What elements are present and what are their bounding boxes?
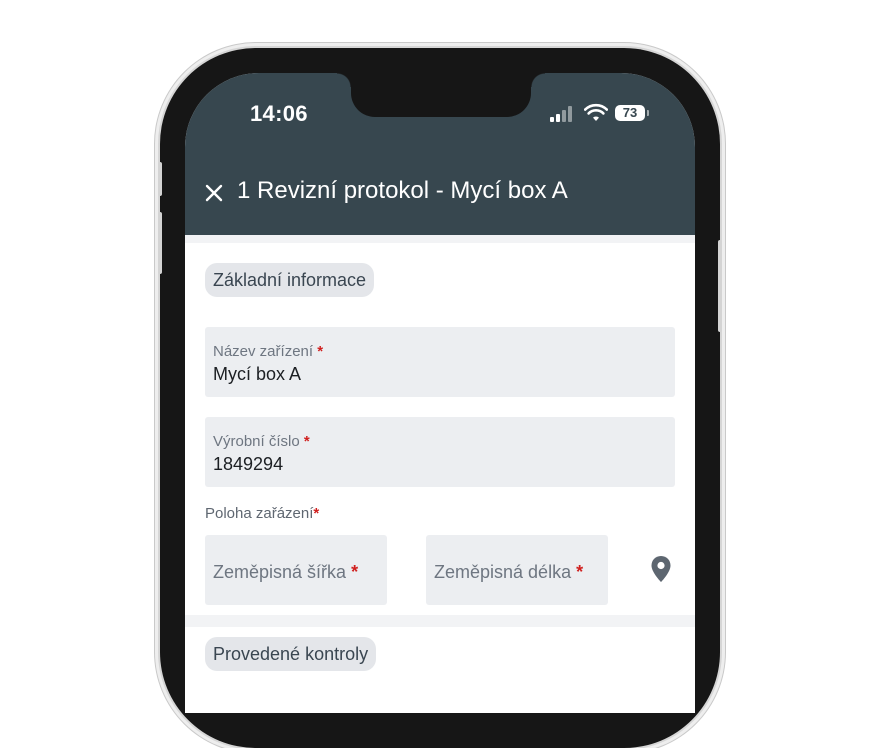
close-icon[interactable] [203,182,225,204]
latitude-field[interactable]: Zeměpisná šířka * [205,535,387,605]
required-marker: * [303,433,310,450]
serial-number-value: 1849294 [213,454,284,474]
map-pin-icon[interactable] [650,555,672,583]
battery-tip [647,110,649,116]
section-title-checks: Provedené kontroly [205,637,377,671]
form-content: Základní informace Název zařízení * Mycí… [185,235,695,713]
phone-side-button [718,240,722,332]
device-name-label: Název zařízení * [213,343,324,360]
device-name-value: Mycí box A [213,364,302,384]
section-title-basic-info: Základní informace [205,263,375,297]
phone-notch [337,73,545,117]
longitude-placeholder: Zeměpisná délka * [434,562,584,582]
battery-icon: 73 [615,105,645,121]
app-header: 14:06 73 1 Revizní protokol - Mycí box A [185,73,695,235]
cellular-signal-icon [550,106,572,122]
required-marker: * [351,562,359,582]
longitude-field[interactable]: Zeměpisná délka * [426,535,608,605]
location-label: Poloha zařázení* [205,505,320,522]
wifi-icon [584,103,608,121]
phone-screen: 14:06 73 1 Revizní protokol - Mycí box A… [185,73,695,713]
page-title: 1 Revizní protokol - Mycí box A [237,177,568,204]
latitude-placeholder: Zeměpisná šířka * [213,562,359,582]
phone-side-button [158,162,162,196]
serial-number-field[interactable]: Výrobní číslo * 1849294 [205,417,675,487]
serial-number-label: Výrobní číslo * [213,433,310,450]
required-marker: * [313,505,320,522]
section-card-checks: Provedené kontroly [185,627,695,713]
status-time: 14:06 [250,101,308,126]
device-name-field[interactable]: Název zařízení * Mycí box A [205,327,675,397]
section-card-basic-info: Základní informace Název zařízení * Mycí… [185,243,695,615]
required-marker: * [317,343,324,360]
phone-side-button [158,212,162,274]
required-marker: * [576,562,584,582]
